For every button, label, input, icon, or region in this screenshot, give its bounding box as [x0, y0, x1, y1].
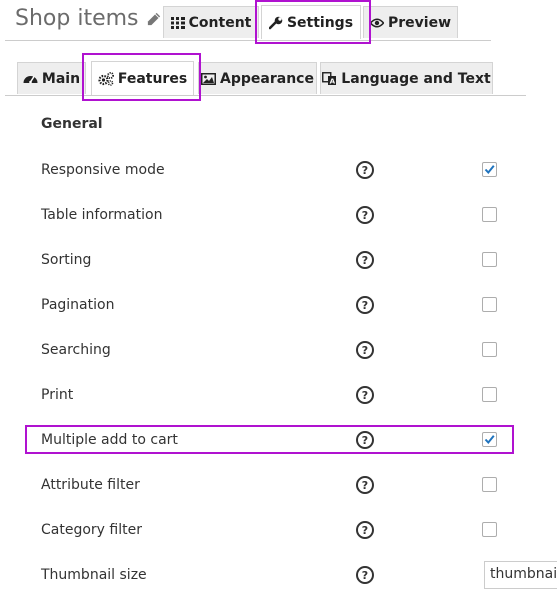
setting-label: Table information — [41, 207, 163, 223]
subtab-features-label: Features — [117, 70, 188, 87]
setting-label: Searching — [41, 342, 111, 358]
section-title-general: General — [41, 116, 103, 132]
help-icon[interactable]: ? — [356, 161, 374, 179]
pagination-checkbox[interactable] — [482, 297, 497, 312]
subtab-main-label: Main — [41, 70, 81, 87]
cogs-icon — [98, 71, 114, 86]
setting-row-searching: Searching ? — [0, 341, 557, 386]
responsive-mode-checkbox[interactable] — [482, 162, 497, 177]
setting-label: Category filter — [41, 522, 142, 538]
subtab-appearance[interactable]: Appearance — [198, 62, 317, 94]
wrench-icon — [268, 16, 283, 29]
setting-label: Pagination — [41, 297, 115, 313]
tab-content[interactable]: Content — [163, 6, 259, 38]
grid-icon — [170, 16, 185, 29]
page-title-text: Shop items — [15, 6, 139, 31]
image-icon — [201, 72, 217, 85]
help-icon[interactable]: ? — [356, 251, 374, 269]
help-icon[interactable]: ? — [356, 566, 374, 584]
subtabs-baseline — [5, 95, 526, 96]
print-checkbox[interactable] — [482, 387, 497, 402]
attribute-filter-checkbox[interactable] — [482, 477, 497, 492]
help-icon[interactable]: ? — [356, 476, 374, 494]
eye-icon — [369, 18, 384, 27]
pencil-icon[interactable] — [147, 12, 161, 26]
setting-row-attribute-filter: Attribute filter ? — [0, 476, 557, 521]
subtab-features[interactable]: Features — [91, 61, 194, 95]
tab-preview[interactable]: Preview — [363, 6, 458, 38]
help-icon[interactable]: ? — [356, 431, 374, 449]
category-filter-checkbox[interactable] — [482, 522, 497, 537]
subtab-main[interactable]: Main — [17, 62, 86, 94]
setting-label: Sorting — [41, 252, 92, 268]
dashboard-icon — [23, 76, 38, 84]
checkmark-icon — [484, 165, 495, 175]
help-icon[interactable]: ? — [356, 341, 374, 359]
help-icon[interactable]: ? — [356, 521, 374, 539]
tab-preview-label: Preview — [387, 14, 451, 31]
setting-row-thumbnail-size: Thumbnail size ? thumbnail — [0, 561, 557, 611]
setting-row-print: Print ? — [0, 386, 557, 431]
language-icon: A — [322, 71, 337, 85]
searching-checkbox[interactable] — [482, 342, 497, 357]
setting-label: Print — [41, 387, 74, 403]
help-icon[interactable]: ? — [356, 206, 374, 224]
setting-row-responsive-mode: Responsive mode ? — [0, 161, 557, 206]
subtab-language-and-text-label: Language and Text — [341, 70, 491, 87]
help-icon[interactable]: ? — [356, 296, 374, 314]
help-icon[interactable]: ? — [356, 386, 374, 404]
svg-text:A: A — [330, 77, 336, 85]
table-information-checkbox[interactable] — [482, 207, 497, 222]
setting-label: Multiple add to cart — [41, 432, 178, 448]
setting-row-category-filter: Category filter ? — [0, 521, 557, 566]
subtab-appearance-label: Appearance — [220, 70, 314, 87]
multiple-add-to-cart-checkbox[interactable] — [482, 432, 497, 447]
subtab-language-and-text[interactable]: A Language and Text — [320, 62, 493, 94]
tab-settings-label: Settings — [286, 14, 354, 31]
setting-row-pagination: Pagination ? — [0, 296, 557, 341]
setting-label: Attribute filter — [41, 477, 140, 493]
tabs-baseline — [5, 40, 491, 41]
page-title: Shop items — [15, 6, 161, 31]
thumbnail-size-select[interactable]: thumbnail — [484, 561, 557, 589]
setting-row-sorting: Sorting ? — [0, 251, 557, 296]
sorting-checkbox[interactable] — [482, 252, 497, 267]
tab-settings[interactable]: Settings — [261, 5, 361, 39]
tab-content-label: Content — [188, 14, 252, 31]
setting-label: Responsive mode — [41, 162, 165, 178]
checkmark-icon — [484, 435, 495, 445]
setting-label: Thumbnail size — [41, 567, 147, 583]
setting-row-multiple-add-to-cart: Multiple add to cart ? — [0, 431, 557, 476]
setting-row-table-information: Table information ? — [0, 206, 557, 251]
